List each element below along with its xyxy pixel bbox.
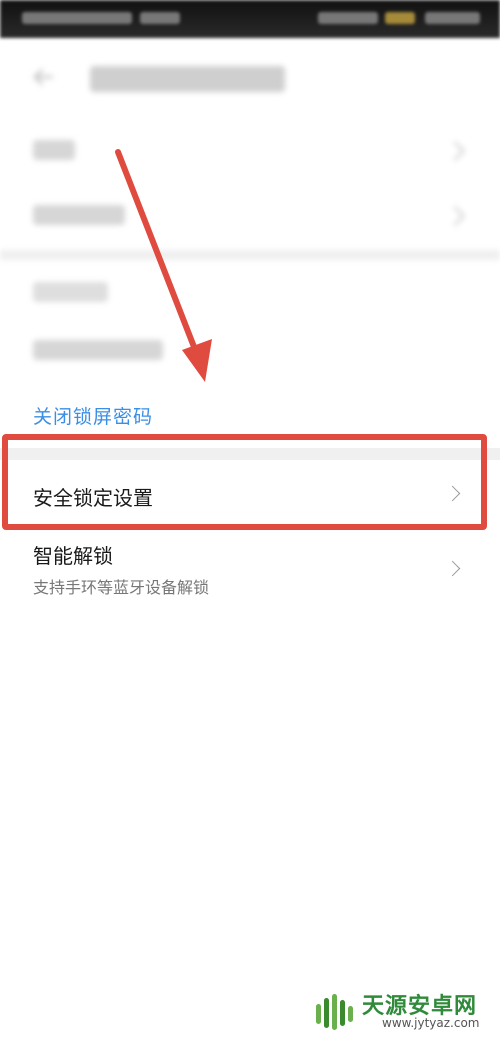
status-bar (0, 0, 500, 38)
annotation-highlight-box (2, 434, 487, 530)
smart-unlock-label: 智能解锁 (33, 544, 113, 568)
header (0, 38, 500, 118)
chevron-right-icon (444, 560, 461, 577)
close-lock-screen-password-link[interactable]: 关闭锁屏密码 (33, 402, 153, 429)
watermark: 天源安卓网 www.jytyaz.com (310, 988, 495, 1032)
smart-unlock-row[interactable]: 智能解锁 支持手环等蓝牙设备解锁 (0, 530, 500, 610)
page-title (90, 66, 285, 92)
smart-unlock-subtitle: 支持手环等蓝牙设备解锁 (33, 578, 210, 597)
back-arrow-icon[interactable] (30, 62, 60, 92)
android-logo-icon (316, 994, 353, 1030)
watermark-url: www.jytyaz.com (382, 1016, 480, 1030)
